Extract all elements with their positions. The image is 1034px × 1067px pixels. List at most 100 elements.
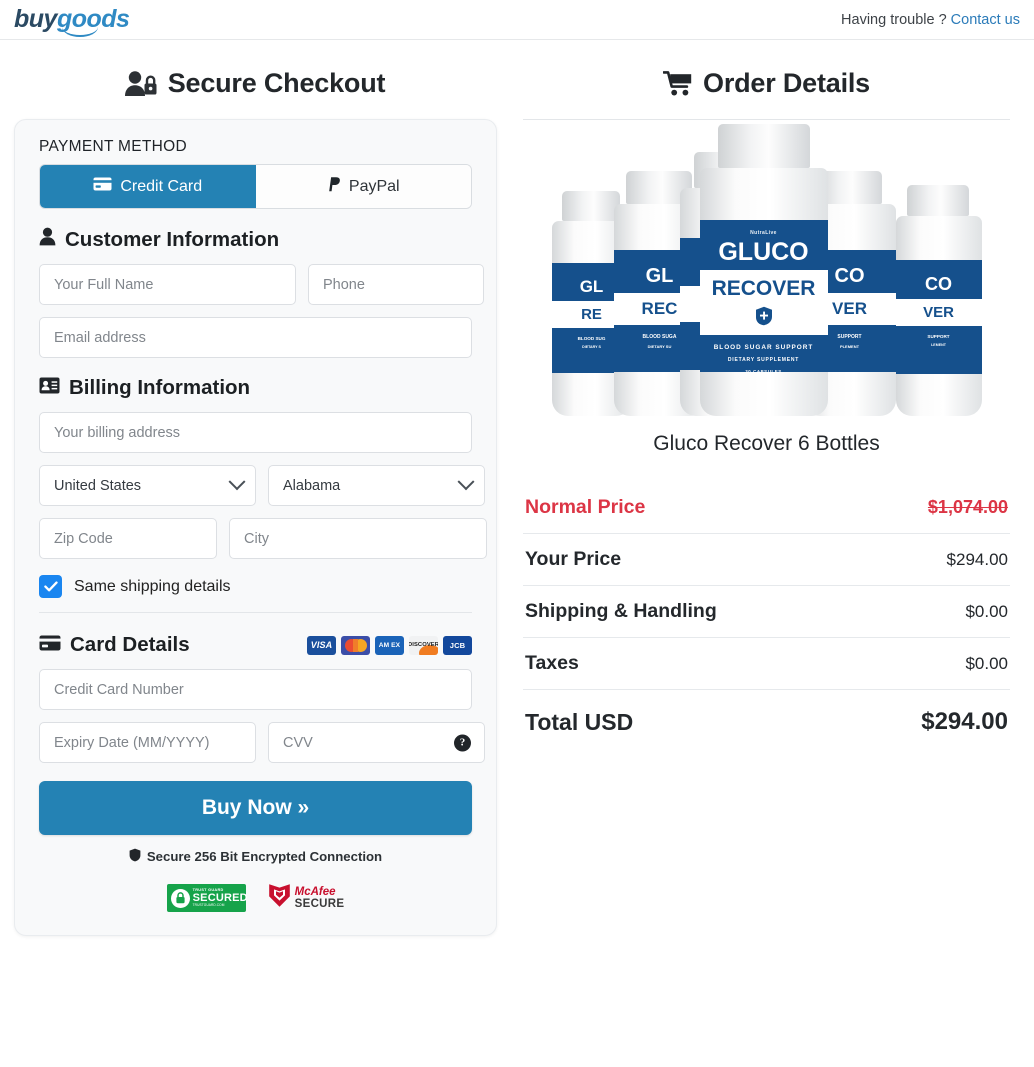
- name-phone-row: Your Full Name Phone: [39, 264, 484, 305]
- contact-us-link[interactable]: Contact us: [951, 12, 1020, 28]
- section-divider: [39, 612, 472, 613]
- bottle-line2-text: RECOVER: [711, 277, 816, 301]
- chevron-down-icon: [228, 472, 246, 490]
- amex-icon: AM EX: [375, 635, 404, 655]
- payment-panel: PAYMENT METHOD Credit Card PayPal Custom…: [14, 119, 497, 936]
- tab-credit-card-label: Credit Card: [120, 177, 203, 195]
- mastercard-icon: [341, 635, 370, 655]
- same-shipping-label: Same shipping details: [74, 577, 231, 595]
- id-card-icon: [39, 376, 60, 400]
- cvv-help-icon[interactable]: ?: [454, 734, 471, 751]
- billing-address-input[interactable]: Your billing address: [39, 412, 472, 453]
- credit-card-icon: [39, 633, 61, 657]
- chevron-down-icon: [457, 472, 475, 490]
- order-details-heading: Order Details: [523, 68, 1010, 99]
- zip-city-row: Zip Code City: [39, 518, 487, 559]
- state-select-value: Alabama: [283, 477, 341, 494]
- card-details-title: Card Details: [70, 633, 190, 656]
- paypal-icon: [327, 176, 341, 197]
- padlock-icon: [170, 888, 190, 908]
- trust-guard-secured-badge: TRUST GUARD SECURED TRUSTGUARD.COM: [166, 884, 248, 912]
- your-price-value: $294.00: [946, 549, 1008, 569]
- order-summary-box: GL RE BLOOD SUG DIETARY S GL REC BLOOD S…: [523, 119, 1010, 750]
- logo-text-buy: buy: [14, 5, 57, 33]
- user-icon: [39, 227, 56, 252]
- card-details-heading-row: Card Details VISA AM EX DISCOVER JCB: [39, 633, 472, 657]
- zip-code-input[interactable]: Zip Code: [39, 518, 217, 559]
- expiry-cvv-row: Expiry Date (MM/YYYY) CVV ?: [39, 722, 485, 763]
- bottle-brand-text: NutraLive: [750, 230, 777, 236]
- order-details-title: Order Details: [703, 68, 870, 98]
- top-header-bar: buygoods Having trouble ? Contact us: [0, 0, 1034, 40]
- bottle-sub1-text: BLOOD SUGAR SUPPORT: [713, 344, 814, 352]
- shipping-label: Shipping & Handling: [525, 600, 717, 622]
- bottle-sub3-text: 30 CAPSULES: [745, 369, 782, 375]
- checkout-column: Secure Checkout PAYMENT METHOD Credit Ca…: [0, 40, 505, 936]
- state-select[interactable]: Alabama: [268, 465, 485, 506]
- jcb-icon: JCB: [443, 635, 472, 655]
- billing-information-heading: Billing Information: [39, 376, 472, 400]
- price-breakdown: Normal Price $1,074.00 Your Price $294.0…: [523, 482, 1010, 750]
- full-name-input[interactable]: Your Full Name: [39, 264, 296, 305]
- discover-icon: DISCOVER: [409, 635, 438, 655]
- credit-card-icon: [93, 177, 112, 196]
- help-area: Having trouble ? Contact us: [841, 12, 1020, 28]
- bottle-line1-text: GLUCO: [718, 238, 809, 266]
- taxes-value: $0.00: [965, 653, 1008, 673]
- cvv-input[interactable]: CVV ?: [268, 722, 485, 763]
- product-name: Gluco Recover 6 Bottles: [653, 432, 880, 455]
- bottle-back-right: CO VER SUPPORT LEMENT: [895, 185, 982, 416]
- trust-seals: TRUST GUARD SECURED TRUSTGUARD.COM McAfe…: [39, 883, 472, 913]
- taxes-label: Taxes: [525, 652, 579, 674]
- card-number-input[interactable]: Credit Card Number: [39, 669, 472, 710]
- user-lock-icon: [124, 70, 158, 98]
- billing-address-row: Your billing address: [39, 412, 472, 453]
- email-row: Email address: [39, 317, 472, 358]
- secure-checkout-heading: Secure Checkout: [12, 68, 497, 99]
- visa-icon: VISA: [307, 635, 336, 655]
- tab-paypal[interactable]: PayPal: [255, 165, 471, 208]
- total-value: $294.00: [921, 708, 1008, 735]
- country-state-row: United States Alabama: [39, 465, 485, 506]
- mcafee-secure-badge: McAfee SECURE: [268, 883, 345, 913]
- email-input[interactable]: Email address: [39, 317, 472, 358]
- tab-paypal-label: PayPal: [348, 177, 400, 195]
- buy-now-button[interactable]: Buy Now »: [39, 781, 472, 835]
- phone-input[interactable]: Phone: [308, 264, 484, 305]
- country-select-value: United States: [54, 477, 142, 494]
- gluco-recover-bottles-image: GL RE BLOOD SUG DIETARY S GL REC BLOOD S…: [551, 124, 982, 416]
- price-row-normal-price: Normal Price $1,074.00: [523, 482, 1010, 534]
- product-image: GL RE BLOOD SUG DIETARY S GL REC BLOOD S…: [523, 124, 1010, 416]
- country-select[interactable]: United States: [39, 465, 256, 506]
- billing-information-title: Billing Information: [69, 376, 251, 399]
- order-details-column: Order Details GL RE BLOOD SUG DIETARY S: [505, 40, 1034, 936]
- bottle-front-center: NutraLive GLUCO RECOVER BLOOD SUGAR SUPP…: [699, 124, 828, 416]
- same-shipping-row[interactable]: Same shipping details: [39, 575, 472, 598]
- mcafee-shield-icon: [268, 883, 291, 913]
- shopping-cart-icon: [663, 70, 693, 97]
- payment-method-label: PAYMENT METHOD: [39, 138, 188, 155]
- accepted-card-brands: VISA AM EX DISCOVER JCB: [307, 635, 472, 655]
- price-row-your-price: Your Price $294.00: [523, 534, 1010, 586]
- mcafee-secure-text: SECURE: [294, 898, 345, 910]
- tab-credit-card[interactable]: Credit Card: [40, 165, 256, 208]
- customer-information-title: Customer Information: [65, 227, 280, 251]
- your-price-label: Your Price: [525, 548, 622, 570]
- price-row-taxes: Taxes $0.00: [523, 638, 1010, 690]
- shield-icon: [129, 848, 141, 865]
- card-details-heading: Card Details: [39, 633, 190, 657]
- normal-price-value: $1,074.00: [927, 497, 1008, 517]
- city-input[interactable]: City: [229, 518, 487, 559]
- same-shipping-checkbox[interactable]: [39, 575, 62, 598]
- payment-method-tabs: Credit Card PayPal: [39, 164, 472, 209]
- help-text: Having trouble ?: [841, 11, 947, 28]
- price-row-total: Total USD $294.00: [523, 690, 1010, 750]
- buygoods-logo[interactable]: buygoods: [14, 5, 130, 37]
- shipping-value: $0.00: [965, 601, 1008, 621]
- secure-connection-text: Secure 256 Bit Encrypted Connection: [146, 849, 383, 864]
- card-number-row: Credit Card Number: [39, 669, 472, 710]
- customer-information-heading: Customer Information: [39, 227, 472, 252]
- logo-smile-underline-icon: [62, 27, 98, 37]
- expiry-date-input[interactable]: Expiry Date (MM/YYYY): [39, 722, 256, 763]
- cvv-placeholder-text: CVV: [283, 734, 313, 751]
